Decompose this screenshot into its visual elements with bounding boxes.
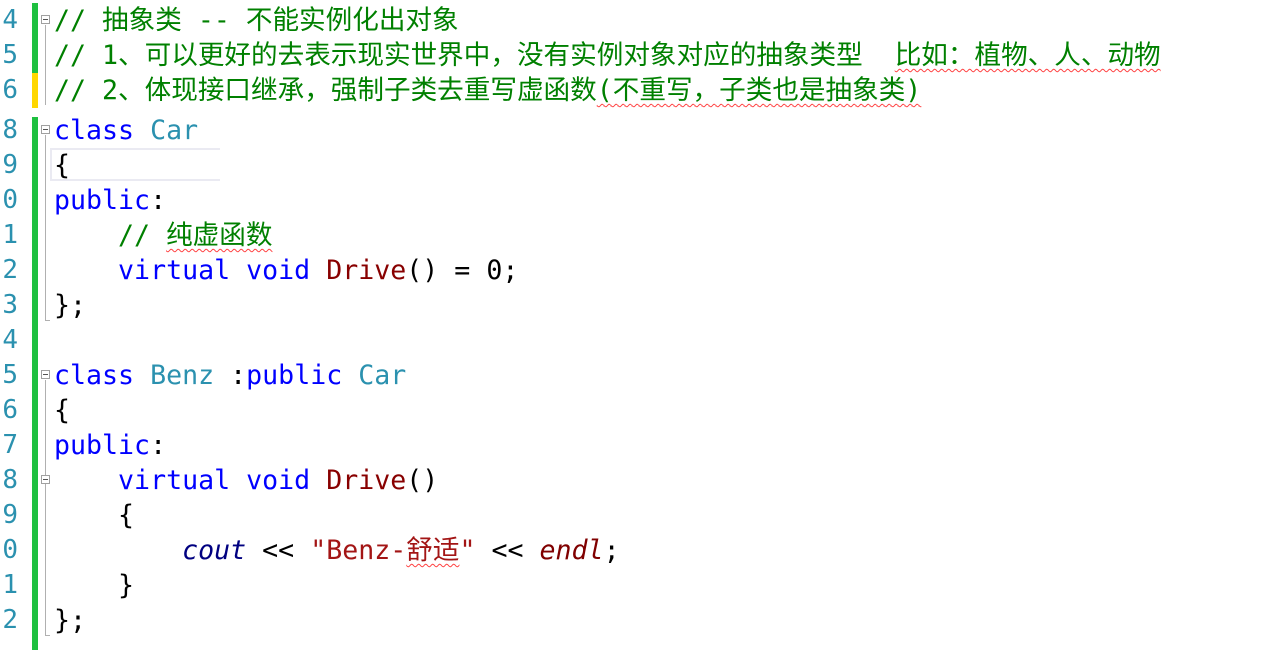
class-name-token: Car	[358, 360, 407, 391]
keyword-token: void	[246, 465, 311, 496]
keyword-token: public	[54, 185, 151, 216]
function-name-token: Drive	[326, 465, 407, 496]
code-line[interactable]: // 纯虚函数	[0, 218, 1283, 253]
punctuation-token: = 0;	[438, 255, 519, 286]
comment-token: 2、体现接口继承，强制子类去重写虚函数	[102, 75, 597, 106]
operator-token: <<	[246, 535, 311, 566]
keyword-token: public	[246, 360, 343, 391]
keyword-token: public	[54, 430, 151, 461]
keyword-token: class	[54, 360, 135, 391]
brace-token: };	[54, 290, 87, 321]
comment-token: 抽象类 -- 不能实例化出对象	[102, 5, 459, 36]
brace-token: };	[54, 605, 87, 636]
identifier-token: cout	[182, 535, 247, 566]
code-line[interactable]: };	[0, 603, 1283, 638]
punctuation-token: ()	[406, 255, 439, 286]
spell-error-token: 纯虚函数	[166, 220, 273, 251]
comment-token: //	[54, 40, 103, 71]
line-number: 4	[2, 325, 18, 355]
code-line[interactable]: class Benz :public Car	[0, 358, 1283, 393]
code-line[interactable]: class Car	[0, 113, 1283, 148]
keyword-token: class	[54, 115, 135, 146]
comment-token: //	[118, 220, 167, 251]
code-line[interactable]: }	[0, 568, 1283, 603]
brace-token: {	[54, 395, 71, 426]
code-line[interactable]: {	[0, 498, 1283, 533]
code-line[interactable]: // 2、体现接口继承，强制子类去重写虚函数(不重写，子类也是抽象类)	[0, 73, 1283, 108]
code-line[interactable]: virtual void Drive()	[0, 463, 1283, 498]
code-line[interactable]: public:	[0, 428, 1283, 463]
punctuation-token: ;	[603, 535, 620, 566]
keyword-token: virtual	[118, 255, 231, 286]
class-name-token: Car	[150, 115, 199, 146]
code-line[interactable]: {	[0, 393, 1283, 428]
punctuation-token: ()	[406, 465, 439, 496]
code-line[interactable]: // 抽象类 -- 不能实例化出对象	[0, 3, 1283, 38]
string-token: "	[459, 535, 476, 566]
code-editor[interactable]: 4 5 6 8 9 0 1 2 3 4 5 6 7 8 9 0 1 2 // 抽…	[0, 0, 1283, 655]
comment-token: //	[54, 75, 103, 106]
identifier-token: endl	[539, 535, 604, 566]
punctuation-token: :	[150, 185, 167, 216]
code-line[interactable]: {	[0, 148, 1283, 183]
code-line[interactable]: cout << "Benz-舒适" << endl;	[0, 533, 1283, 568]
code-line[interactable]: };	[0, 288, 1283, 323]
spell-error-token: 舒适	[406, 535, 460, 566]
spell-error-token: (不重写，子类也是抽象类)	[596, 75, 922, 106]
keyword-token: virtual	[118, 465, 231, 496]
code-line[interactable]: public:	[0, 183, 1283, 218]
punctuation-token: :	[214, 360, 247, 391]
brace-token: }	[118, 570, 135, 601]
code-line[interactable]: virtual void Drive() = 0;	[0, 253, 1283, 288]
brace-token: {	[54, 150, 71, 181]
keyword-token: void	[246, 255, 311, 286]
string-token: "Benz-	[310, 535, 407, 566]
function-name-token: Drive	[326, 255, 407, 286]
spell-error-token: 比如：植物、人、动物	[894, 40, 1161, 71]
code-line[interactable]: // 1、可以更好的去表示现实世界中，没有实例对象对应的抽象类型 比如：植物、人…	[0, 38, 1283, 73]
comment-token: //	[54, 5, 103, 36]
class-name-token: Benz	[150, 360, 215, 391]
comment-token: 1、可以更好的去表示现实世界中，没有实例对象对应的抽象类型	[102, 40, 895, 71]
brace-token: {	[118, 500, 135, 531]
operator-token: <<	[475, 535, 540, 566]
punctuation-token: :	[150, 430, 167, 461]
